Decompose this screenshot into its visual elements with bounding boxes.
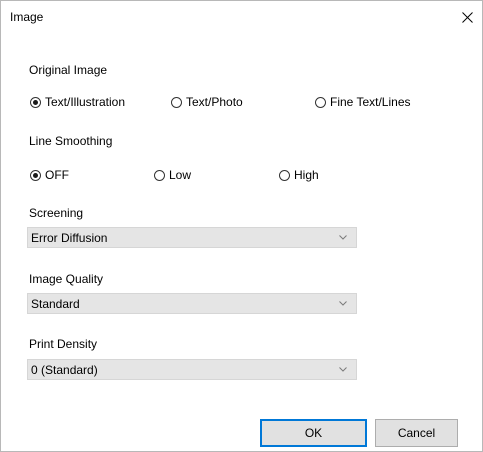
original-image-label: Original Image <box>29 63 108 77</box>
radio-low-label: Low <box>169 168 192 182</box>
ok-button[interactable]: OK <box>260 419 367 447</box>
title-bar: Image <box>1 1 482 33</box>
image-dialog: Image Original Image Text/Illustration T… <box>0 0 483 452</box>
chevron-down-icon <box>339 235 347 240</box>
print-density-value: 0 (Standard) <box>31 363 98 377</box>
radio-text-illustration-label: Text/Illustration <box>45 95 126 109</box>
line-smoothing-label: Line Smoothing <box>29 134 113 148</box>
radio-unchecked-icon <box>171 96 182 108</box>
screening-select[interactable]: Error Diffusion <box>27 227 357 248</box>
print-density-label: Print Density <box>29 337 98 351</box>
close-button[interactable] <box>452 1 482 33</box>
window-title: Image <box>10 10 44 24</box>
radio-unchecked-icon <box>154 169 165 181</box>
screening-value: Error Diffusion <box>31 231 108 245</box>
radio-off-label: OFF <box>45 168 69 182</box>
radio-checked-icon <box>30 96 41 108</box>
radio-high-label: High <box>294 168 319 182</box>
chevron-down-icon <box>339 301 347 306</box>
radio-text-photo-label: Text/Photo <box>186 95 243 109</box>
chevron-down-icon <box>339 367 347 372</box>
radio-checked-icon <box>30 169 41 181</box>
radio-fine-text-lines[interactable]: Fine Text/Lines <box>315 94 411 110</box>
radio-low[interactable]: Low <box>154 167 191 183</box>
image-quality-value: Standard <box>31 297 80 311</box>
radio-unchecked-icon <box>279 169 290 181</box>
close-icon <box>462 12 473 23</box>
radio-fine-text-lines-label: Fine Text/Lines <box>330 95 411 109</box>
image-quality-label: Image Quality <box>29 272 104 286</box>
print-density-select[interactable]: 0 (Standard) <box>27 359 357 380</box>
radio-text-illustration[interactable]: Text/Illustration <box>30 94 125 110</box>
radio-unchecked-icon <box>315 96 326 108</box>
screening-label: Screening <box>29 206 84 220</box>
radio-high[interactable]: High <box>279 167 319 183</box>
cancel-button[interactable]: Cancel <box>375 419 458 447</box>
radio-off[interactable]: OFF <box>30 167 69 183</box>
radio-text-photo[interactable]: Text/Photo <box>171 94 243 110</box>
image-quality-select[interactable]: Standard <box>27 293 357 314</box>
